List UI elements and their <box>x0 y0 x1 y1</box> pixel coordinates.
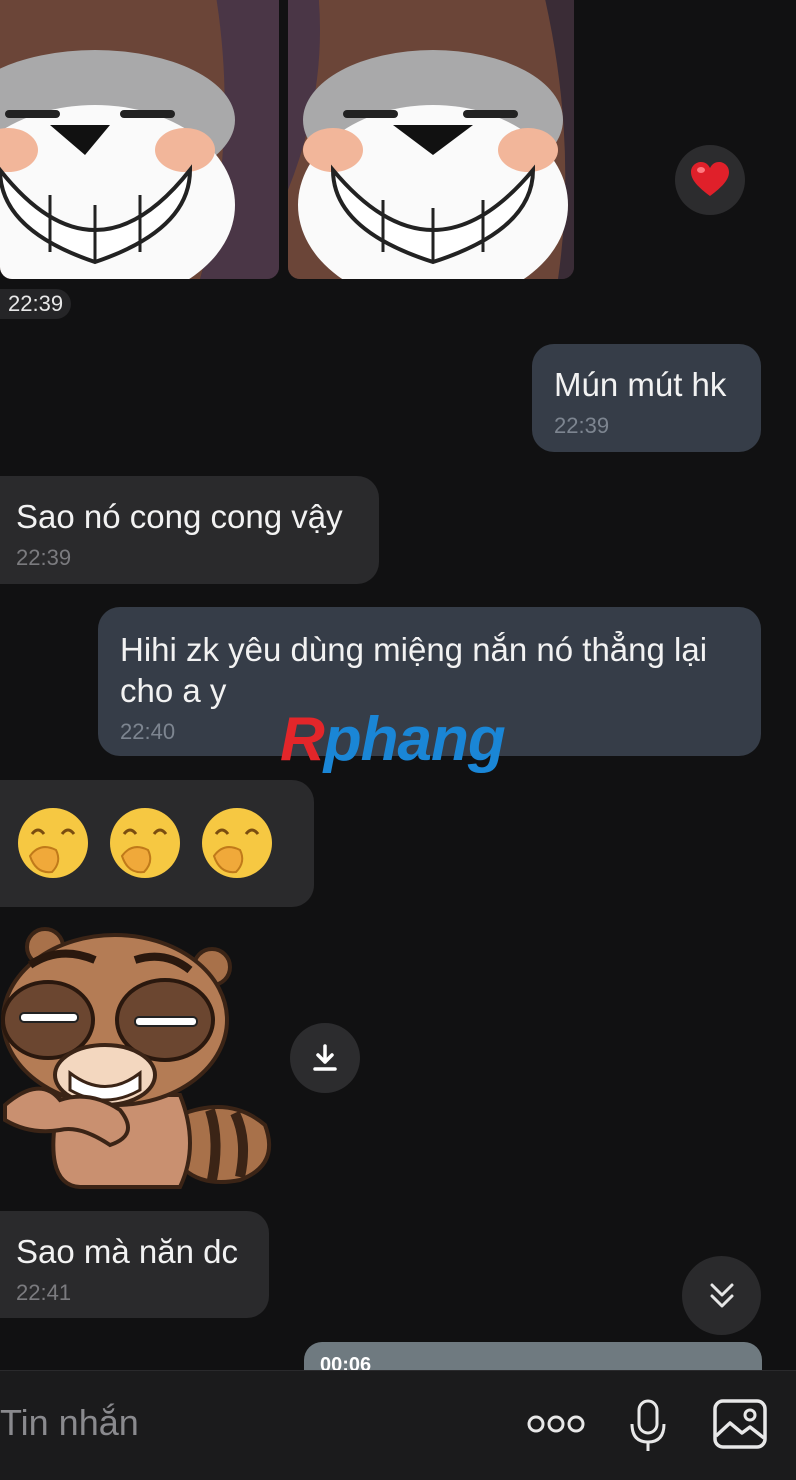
chevron-double-down-icon <box>710 1283 733 1307</box>
download-button[interactable] <box>290 1023 360 1093</box>
message-time: 22:39 <box>16 545 72 570</box>
download-icon <box>313 1044 337 1071</box>
message-text: Sao mà năn dc <box>16 1233 238 1270</box>
voice-button[interactable] <box>628 1398 668 1454</box>
heart-icon <box>691 162 729 196</box>
message-incoming[interactable]: Sao nó cong cong vậy 22:39 <box>0 476 379 584</box>
message-text: Hihi zk yêu dùng miệng nắn nó thẳng lại … <box>120 631 708 709</box>
message-time: 22:41 <box>16 1280 72 1305</box>
raccoon-sticker[interactable] <box>0 925 280 1195</box>
photo-1[interactable] <box>0 0 279 279</box>
watermark-logo: Rphang <box>280 705 506 774</box>
message-text: Mún mút hk <box>554 366 727 403</box>
more-icon <box>527 1415 585 1433</box>
message-text: Sao nó cong cong vậy <box>16 498 343 535</box>
message-incoming[interactable]: Sao mà năn dc 22:41 <box>0 1211 269 1318</box>
message-incoming-emoji[interactable] <box>0 780 314 907</box>
photo-timestamp: 22:39 <box>0 289 72 319</box>
message-input[interactable]: Tin nhắn <box>0 1402 139 1444</box>
gallery-button[interactable] <box>712 1398 768 1450</box>
hand-over-mouth-emoji <box>18 808 88 878</box>
hand-over-mouth-emoji <box>202 808 272 878</box>
reaction-button[interactable] <box>675 145 745 215</box>
more-options-button[interactable] <box>526 1408 586 1440</box>
scroll-to-bottom-button[interactable] <box>682 1256 761 1335</box>
microphone-icon <box>630 1399 666 1451</box>
message-time: 22:39 <box>554 413 610 438</box>
photo-2[interactable] <box>288 0 574 279</box>
message-outgoing[interactable]: Mún mút hk 22:39 <box>532 344 761 452</box>
image-icon <box>713 1399 767 1449</box>
hand-over-mouth-emoji <box>110 808 180 878</box>
